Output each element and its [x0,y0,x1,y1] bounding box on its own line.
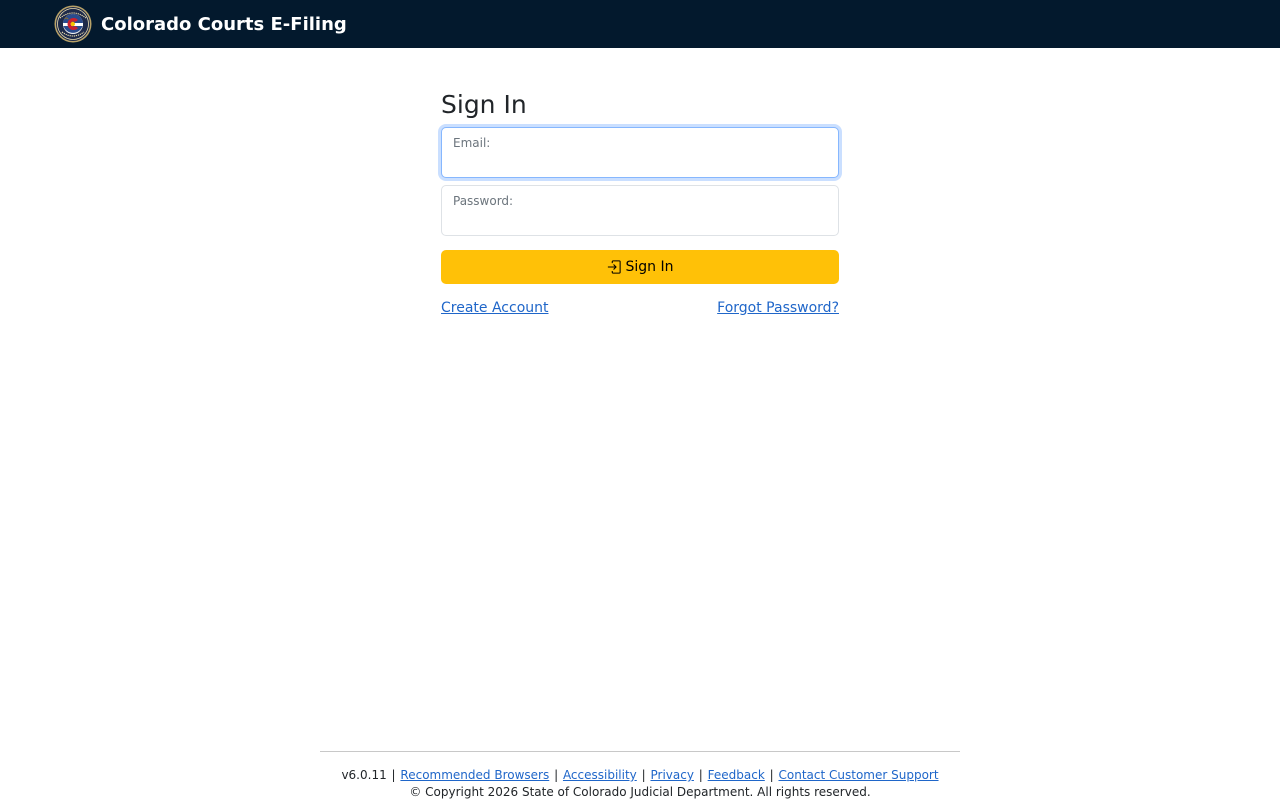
page-footer: v6.0.11 | Recommended Browsers | Accessi… [320,751,960,801]
footer-separator: | [769,768,774,782]
forgot-password-link[interactable]: Forgot Password? [717,300,839,316]
recommended-browsers-link[interactable]: Recommended Browsers [400,768,549,782]
footer-links-row: v6.0.11 | Recommended Browsers | Accessi… [320,767,960,784]
password-field[interactable] [453,210,825,232]
password-field-container[interactable]: Password: [441,185,839,236]
copyright-text: © Copyright 2026 State of Colorado Judic… [409,785,871,799]
accessibility-link[interactable]: Accessibility [563,768,637,782]
email-field[interactable] [453,152,825,174]
sign-in-button[interactable]: Sign In [441,250,839,284]
footer-separator: | [698,768,703,782]
page-title: Sign In [441,90,527,119]
colorado-courts-seal-icon [54,5,92,43]
app-title: Colorado Courts E-Filing [101,13,347,35]
feedback-link[interactable]: Feedback [708,768,765,782]
create-account-link[interactable]: Create Account [441,300,549,316]
contact-support-link[interactable]: Contact Customer Support [779,768,939,782]
privacy-link[interactable]: Privacy [650,768,693,782]
top-navbar: Colorado Courts E-Filing [0,0,1280,48]
footer-separator: | [391,768,396,782]
email-label: Email: [453,136,491,150]
footer-separator: | [641,768,646,782]
brand-link[interactable]: Colorado Courts E-Filing [54,5,347,43]
account-links: Create Account Forgot Password? [441,300,839,316]
footer-separator: | [554,768,559,782]
email-field-container[interactable]: Email: [441,127,839,178]
sign-in-form: Sign In Email: Password: Sign In Create … [441,88,839,316]
version-text: v6.0.11 [341,768,387,782]
password-label: Password: [453,194,514,208]
sign-in-button-label: Sign In [625,259,674,275]
sign-in-icon [607,260,621,274]
